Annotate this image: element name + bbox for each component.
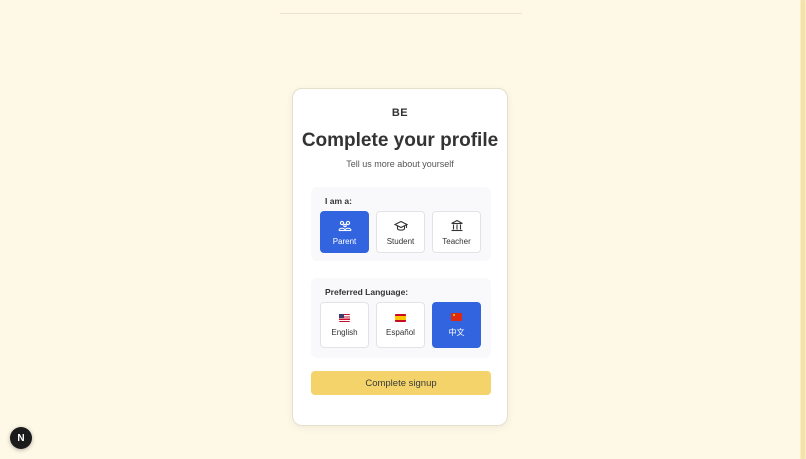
scrollbar[interactable] xyxy=(800,0,806,459)
language-section-label: Preferred Language: xyxy=(325,287,409,297)
school-building-icon xyxy=(450,219,464,233)
language-options: English Español 中文 xyxy=(320,302,481,348)
role-section-label: I am a: xyxy=(325,196,352,206)
family-icon xyxy=(337,219,352,233)
role-option-label: Teacher xyxy=(442,236,471,246)
dev-tools-badge[interactable]: N xyxy=(10,427,32,449)
china-flag-icon xyxy=(451,312,462,321)
scrollbar-thumb[interactable] xyxy=(801,0,805,459)
spain-flag-icon xyxy=(395,313,406,322)
us-flag-icon xyxy=(339,313,350,322)
role-option-student[interactable]: Student xyxy=(376,211,425,253)
page-title: Complete your profile xyxy=(301,130,499,151)
language-option-label: 中文 xyxy=(448,327,465,337)
language-option-english[interactable]: English xyxy=(320,302,369,348)
profile-card: BE Complete your profile Tell us more ab… xyxy=(292,88,508,426)
role-option-teacher[interactable]: Teacher xyxy=(432,211,481,253)
complete-signup-button[interactable]: Complete signup xyxy=(311,371,491,395)
role-section: I am a: Parent Student Teacher xyxy=(311,187,491,261)
language-option-label: Español xyxy=(386,327,415,337)
language-option-spanish[interactable]: Español xyxy=(376,302,425,348)
page: BE Complete your profile Tell us more ab… xyxy=(0,0,806,459)
language-option-label: English xyxy=(331,327,358,337)
role-options: Parent Student Teacher xyxy=(320,211,481,253)
page-subtitle: Tell us more about yourself xyxy=(346,159,454,169)
role-option-label: Student xyxy=(386,236,415,246)
language-section: Preferred Language: English Español 中文 xyxy=(311,278,491,358)
role-option-label: Parent xyxy=(332,236,357,246)
graduation-cap-icon xyxy=(393,219,408,233)
brand-logo: BE xyxy=(391,107,409,119)
top-divider xyxy=(280,13,522,14)
language-option-chinese[interactable]: 中文 xyxy=(432,302,481,348)
role-option-parent[interactable]: Parent xyxy=(320,211,369,253)
